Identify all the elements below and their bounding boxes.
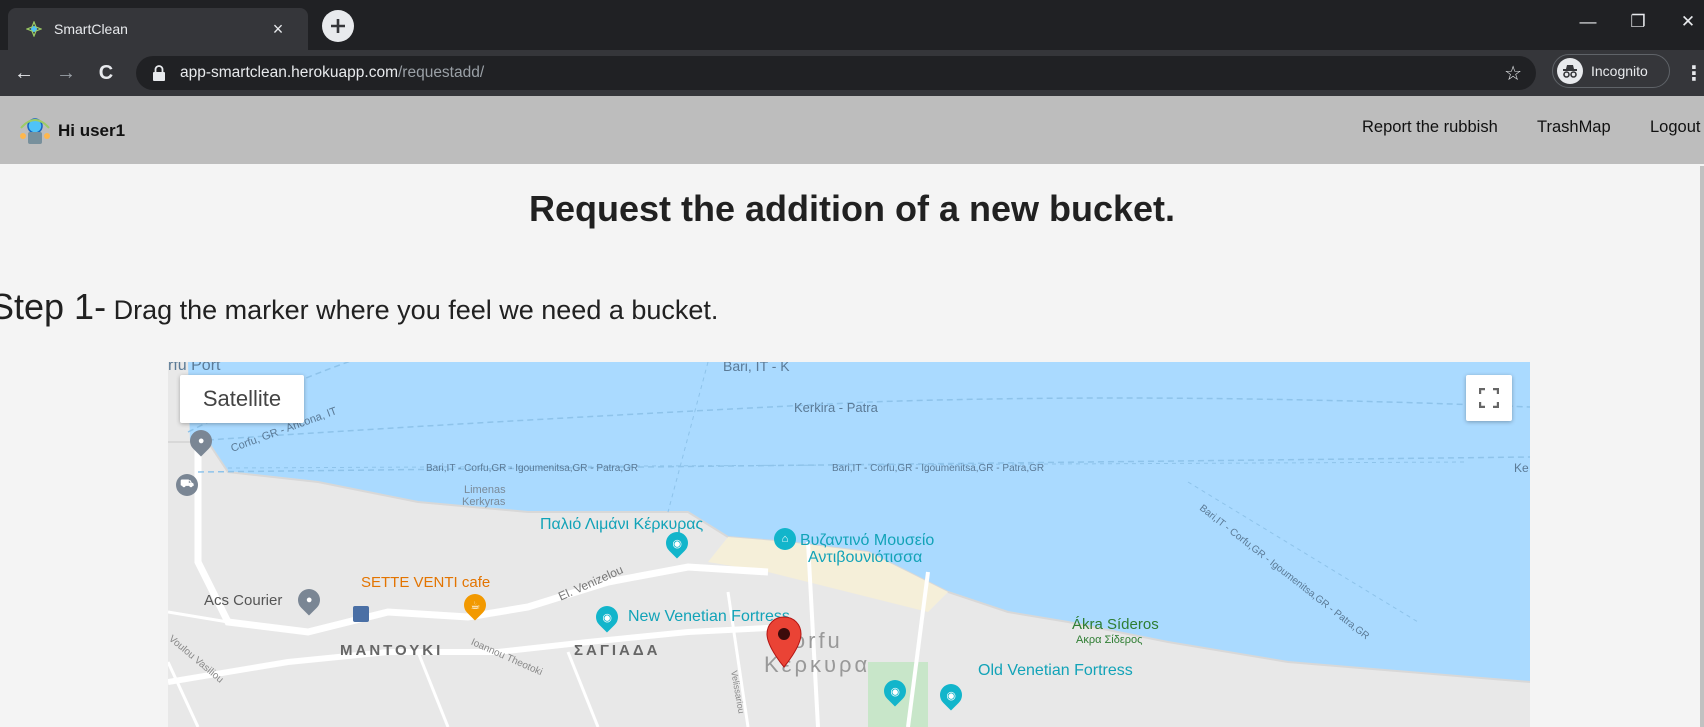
map-label-route-bari-2: Bari,IT - Corfu,GR - Igoumenitsa,GR - Pa… [832,463,1045,474]
tab-close-icon[interactable]: × [266,17,290,41]
map-poi-taxi-icon[interactable]: ⛟ [176,474,198,496]
map-label-akra-sideros-gr: Ακρα Σίδερος [1076,634,1143,646]
step-1-instruction: Step 1- Drag the marker where you feel w… [0,286,718,328]
map-label-route-bari-1: Bari,IT - Corfu,GR - Igoumenitsa,GR - Pa… [426,463,639,474]
map-label-byzantine-museum: Βυζαντινό Μουσείο [800,532,935,549]
map-label-kerkyra-patra: Kerkira - Patra [794,400,878,415]
page-title: Request the addition of a new bucket. [528,188,1176,229]
greeting: Hi user1 [58,121,126,140]
back-icon[interactable]: ← [12,61,36,85]
map-label-sette-venti: SETTE VENTI cafe [361,574,491,591]
tab-title: SmartClean [54,21,128,37]
browser-toolbar: ← → C app-smartclean.herokuapp.com/reque… [0,50,1704,96]
url-host: app-smartclean.herokuapp.com [180,64,398,81]
close-window-icon[interactable]: ✕ [1676,12,1700,32]
draggable-marker-icon[interactable] [766,616,802,668]
map-label-byzantine-museum-2: Αντιβουνιότισσα [808,549,923,566]
satellite-button[interactable]: Satellite [180,375,304,423]
lock-icon [153,65,165,81]
step-number: Step 1- [0,286,107,327]
nav-report-rubbish[interactable]: Report the rubbish [1362,118,1498,137]
maximize-icon[interactable]: ❐ [1626,12,1650,32]
brand[interactable]: Hi user1 [18,116,125,146]
forward-icon[interactable]: → [54,61,78,85]
minimize-icon[interactable]: — [1576,12,1600,32]
incognito-label: Incognito [1591,63,1648,79]
url-path: /requestadd/ [397,64,485,81]
fullscreen-button[interactable] [1466,375,1512,421]
nav-trashmap[interactable]: TrashMap [1537,118,1611,137]
reload-icon[interactable]: C [94,61,118,85]
browser-menu-icon[interactable]: ⋮ [1684,61,1704,86]
browser-tabstrip: SmartClean × — ❐ ✕ [0,0,1704,50]
fullscreen-icon [1479,388,1499,408]
map-label-acs-courier: Acs Courier [204,592,283,609]
plus-icon [331,19,345,33]
map-label-akra-sideros: Ákra Síderos [1072,616,1159,633]
map-label-limenas: Limenas [464,484,506,496]
map-poi-museum-icon[interactable]: ⌂ [774,528,796,550]
smartclean-favicon-icon [26,21,42,37]
address-bar[interactable]: app-smartclean.herokuapp.com/requestadd/… [136,56,1536,90]
map-poi-bus-icon[interactable] [353,606,369,622]
map-label-sagiada: ΣΑΓΙΑΔΑ [574,642,661,659]
page-scrollbar[interactable] [1700,166,1704,727]
incognito-icon [1557,58,1583,84]
new-tab-button[interactable] [322,10,354,42]
url-text: app-smartclean.herokuapp.com/requestadd/ [180,64,484,82]
map-label-corfu-port: rfu Port [168,362,221,374]
browser-tab[interactable]: SmartClean × [8,8,308,50]
map-label-kerkyras: Kerkyras [462,496,506,508]
smartclean-logo-icon [20,118,50,144]
incognito-badge[interactable]: Incognito [1552,54,1670,88]
map-label-old-fortress: Old Venetian Fortress [978,662,1133,679]
nav-logout[interactable]: Logout [1650,118,1700,137]
site-navbar: Hi user1 Report the rubbish TrashMap Log… [0,96,1704,164]
map-label-bari-top: Bari, IT - K [723,362,790,374]
step-text: Drag the marker where you feel we need a… [106,295,719,325]
map-label-mantouki: ΜΑΝΤΟΥΚΙ [340,642,444,659]
map[interactable]: rfu Port Bari, IT - K Corfu, GR - Ancona… [168,362,1530,727]
bookmark-star-icon[interactable]: ☆ [1504,61,1522,86]
map-label-ke: Ke [1514,461,1529,475]
